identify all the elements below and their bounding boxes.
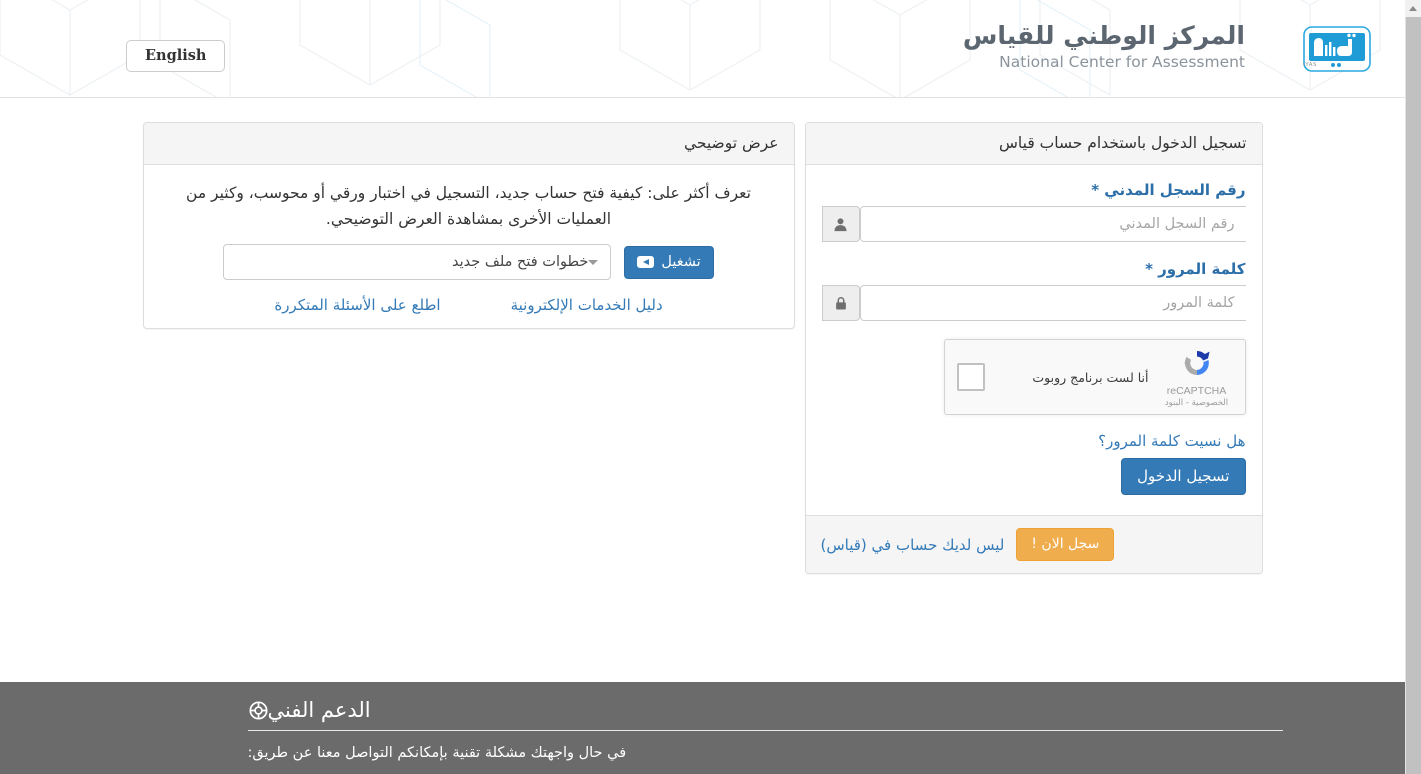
brand-name-arabic: المركز الوطني للقياس: [962, 21, 1245, 50]
footer-divider: [247, 730, 1283, 732]
faq-link[interactable]: اطلع على الأسئلة المتكررة: [274, 296, 440, 314]
video-panel-title: عرض توضيحي: [143, 123, 794, 165]
recaptcha-label: أنا لست برنامج روبوت: [1032, 369, 1149, 385]
eservices-guide-link[interactable]: دليل الخدمات الإلكترونية: [511, 296, 663, 314]
national-id-label: رقم السجل المدني *: [1091, 181, 1246, 199]
main-content: تسجيل الدخول باستخدام حساب قياس رقم السج…: [0, 98, 1405, 681]
video-description: تعرف أكثر على: كيفية فتح حساب جديد، التس…: [186, 184, 751, 228]
recaptcha-logo-icon: [1183, 350, 1210, 375]
register-now-button[interactable]: سجل الان !: [1016, 528, 1115, 561]
password-input-group: [821, 285, 1246, 321]
login-submit-button[interactable]: تسجيل الدخول: [1121, 458, 1246, 495]
site-header: English المركز الوطني للقياس National Ce…: [0, 0, 1405, 98]
youtube-play-icon: [637, 255, 655, 268]
recaptcha-policy-links[interactable]: الخصوصية - البنود: [1161, 398, 1233, 408]
forgot-password-row: هل نسيت كلمة المرور؟: [822, 431, 1245, 450]
page-root: English المركز الوطني للقياس National Ce…: [0, 0, 1405, 774]
login-panel: تسجيل الدخول باستخدام حساب قياس رقم السج…: [804, 122, 1263, 574]
qiyas-logo-icon: QIYAS: [1303, 26, 1371, 72]
svg-text:QIYAS: QIYAS: [1303, 62, 1317, 68]
play-button-label: تشغيل: [661, 253, 701, 270]
demo-video-panel: عرض توضيحي تعرف أكثر على: كيفية فتح حساب…: [142, 122, 795, 330]
browser-viewport: English المركز الوطني للقياس National Ce…: [0, 0, 1421, 774]
scrollbar-thumb[interactable]: [1406, 17, 1421, 774]
login-button-row: تسجيل الدخول: [822, 458, 1246, 495]
video-topic-select[interactable]: خطوات فتح ملف جديد: [223, 244, 612, 281]
support-description: في حال واجهتك مشكلة تقنية بإمكانكم التوا…: [247, 745, 627, 762]
signup-prompt-link[interactable]: ليس لديك حساب في (قياس): [821, 536, 1005, 554]
national-id-input[interactable]: [859, 206, 1246, 242]
forgot-password-link[interactable]: هل نسيت كلمة المرور؟: [1098, 432, 1245, 450]
support-heading-row: الدعم الفني: [123, 698, 1283, 723]
video-panel-body: تعرف أكثر على: كيفية فتح حساب جديد، التس…: [144, 165, 794, 328]
play-video-button[interactable]: تشغيل: [624, 245, 714, 279]
chevron-down-icon: [588, 259, 599, 265]
login-panel-title: تسجيل الدخول باستخدام حساب قياس: [805, 123, 1262, 165]
user-icon: [821, 206, 860, 242]
brand-text-block: المركز الوطني للقياس National Center for…: [962, 21, 1245, 71]
recaptcha-widget[interactable]: أنا لست برنامج روبوت reCAPTCHA الخصوصية …: [943, 339, 1246, 415]
scrollbar-up-arrow[interactable]: [1405, 0, 1421, 17]
login-panel-footer: ليس لديك حساب في (قياس) سجل الان !: [805, 515, 1262, 573]
help-links-row: اطلع على الأسئلة المتكررة دليل الخدمات ا…: [160, 294, 778, 314]
language-toggle-button[interactable]: English: [126, 40, 226, 73]
video-topic-selected-value: خطوات فتح ملف جديد: [452, 254, 589, 271]
password-input[interactable]: [859, 285, 1246, 321]
recaptcha-branding: reCAPTCHA الخصوصية - البنود: [1161, 347, 1233, 408]
signup-row: ليس لديك حساب في (قياس) سجل الان !: [821, 528, 1247, 561]
footer-container: الدعم الفني في حال واجهتك مشكلة تقنية بإ…: [123, 682, 1283, 761]
national-id-input-group: [821, 206, 1246, 242]
support-title: الدعم الفني: [267, 698, 371, 722]
life-ring-icon: [248, 701, 268, 720]
password-label: كلمة المرور *: [1145, 260, 1246, 278]
page-scrollbar[interactable]: [1405, 0, 1421, 774]
video-controls-row: خطوات فتح ملف جديد تشغيل: [160, 244, 778, 281]
site-footer: الدعم الفني في حال واجهتك مشكلة تقنية بإ…: [0, 682, 1405, 774]
lock-icon: [821, 285, 860, 321]
recaptcha-checkbox[interactable]: [956, 363, 985, 391]
login-form: رقم السجل المدني * كلمة المرور *: [806, 165, 1262, 515]
brand-name-english: National Center for Assessment: [999, 52, 1245, 71]
recaptcha-name: reCAPTCHA: [1166, 384, 1227, 397]
